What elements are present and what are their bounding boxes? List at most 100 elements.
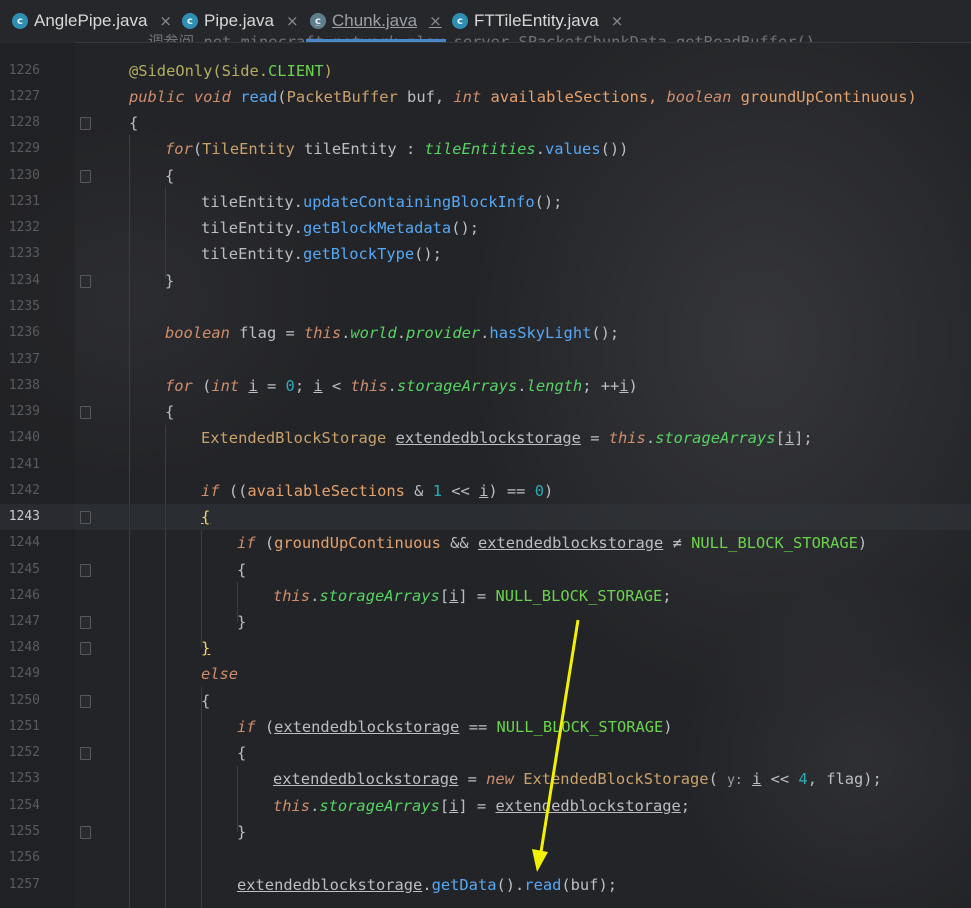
code-text[interactable]: public void read(PacketBuffer buf, int a… <box>129 84 917 110</box>
code-line[interactable]: 1236 boolean flag = this.world.provider.… <box>0 320 971 346</box>
code-line[interactable]: 1251 if (extendedblockstorage == NULL_BL… <box>0 714 971 740</box>
line-number: 1235 <box>8 299 40 314</box>
tab-chunk[interactable]: c Chunk.java × <box>306 0 446 42</box>
code-text[interactable]: { <box>201 688 210 714</box>
line-number: 1246 <box>8 588 40 603</box>
code-text[interactable]: for(TileEntity tileEntity : tileEntities… <box>165 136 628 162</box>
code-line[interactable]: 1245 { <box>0 557 971 583</box>
code-line[interactable]: 1235 <box>0 294 971 320</box>
code-line[interactable]: 1234 } <box>0 268 971 294</box>
code-line[interactable]: 1255 } <box>0 819 971 845</box>
code-line[interactable]: 1238 for (int i = 0; i < this.storageArr… <box>0 373 971 399</box>
parameter-hint: y: <box>727 773 743 788</box>
fold-icon[interactable] <box>80 564 91 577</box>
code-text[interactable]: } <box>237 609 246 635</box>
code-line[interactable]: 1254 this.storageArrays[i] = extendedblo… <box>0 793 971 819</box>
code-line[interactable]: 1248 } <box>0 635 971 661</box>
line-number: 1239 <box>8 404 40 419</box>
line-number: 1245 <box>8 562 40 577</box>
code-text[interactable]: { <box>165 163 174 189</box>
tab-anglepipe[interactable]: c AnglePipe.java × <box>12 0 172 42</box>
code-line[interactable]: 1247 } <box>0 609 971 635</box>
close-icon[interactable]: × <box>429 12 442 30</box>
code-text[interactable]: { <box>129 110 138 136</box>
fold-icon[interactable] <box>80 117 91 130</box>
code-line[interactable]: 1231 tileEntity.updateContainingBlockInf… <box>0 189 971 215</box>
fold-icon[interactable] <box>80 747 91 760</box>
code-line[interactable]: 1250 { <box>0 688 971 714</box>
line-number: 1252 <box>8 745 40 760</box>
line-number: 1256 <box>8 850 40 865</box>
line-number: 1231 <box>8 194 40 209</box>
java-class-icon: c <box>452 13 468 29</box>
close-icon[interactable]: × <box>611 12 624 30</box>
tab-fttileentity[interactable]: c FTTileEntity.java × <box>452 0 623 42</box>
code-line[interactable]: 1244 if (groundUpContinuous && extendedb… <box>0 530 971 556</box>
fold-icon[interactable] <box>80 511 91 524</box>
code-text[interactable]: this.storageArrays[i] = extendedblocksto… <box>273 793 690 819</box>
code-text[interactable]: { <box>201 504 210 530</box>
code-text[interactable]: } <box>165 268 174 294</box>
code-text[interactable]: { <box>237 557 246 583</box>
editor-tab-bar: 调参阅 net.minecraft.network.play.server.SP… <box>0 0 971 43</box>
code-text[interactable]: { <box>237 740 246 766</box>
fold-icon[interactable] <box>80 826 91 839</box>
code-text[interactable]: for (int i = 0; i < this.storageArrays.l… <box>165 373 638 399</box>
close-icon[interactable]: × <box>286 12 299 30</box>
line-number: 1233 <box>8 246 40 261</box>
code-line[interactable]: 1241 <box>0 452 971 478</box>
code-line[interactable]: 1232 tileEntity.getBlockMetadata(); <box>0 215 971 241</box>
code-text[interactable]: extendedblockstorage = new ExtendedBlock… <box>273 766 882 794</box>
code-line[interactable]: 1226 @SideOnly(Side.CLIENT) <box>0 58 971 84</box>
line-number: 1240 <box>8 430 40 445</box>
code-line[interactable]: 1242 if ((availableSections & 1 << i) ==… <box>0 478 971 504</box>
code-text[interactable]: if ((availableSections & 1 << i) == 0) <box>201 478 553 504</box>
code-text[interactable]: extendedblockstorage.getData().read(buf)… <box>237 872 617 898</box>
code-text[interactable]: @SideOnly(Side.CLIENT) <box>129 58 333 84</box>
code-text[interactable]: { <box>165 399 174 425</box>
code-text[interactable]: if (extendedblockstorage == NULL_BLOCK_S… <box>237 714 673 740</box>
line-number: 1234 <box>8 273 40 288</box>
fold-icon[interactable] <box>80 406 91 419</box>
code-text[interactable]: } <box>237 819 246 845</box>
code-text[interactable]: else <box>201 661 238 687</box>
code-line[interactable]: 1239 { <box>0 399 971 425</box>
code-line[interactable]: 1257 extendedblockstorage.getData().read… <box>0 872 971 898</box>
fold-icon[interactable] <box>80 616 91 629</box>
code-line[interactable]: 1227 public void read(PacketBuffer buf, … <box>0 84 971 110</box>
code-text[interactable]: tileEntity.getBlockMetadata(); <box>201 215 479 241</box>
code-text[interactable]: if (groundUpContinuous && extendedblocks… <box>237 530 867 556</box>
code-line[interactable]: 1253 extendedblockstorage = new Extended… <box>0 766 971 792</box>
code-text[interactable]: tileEntity.updateContainingBlockInfo(); <box>201 189 562 215</box>
line-number: 1226 <box>8 63 40 78</box>
code-line[interactable]: 1237 <box>0 347 971 373</box>
line-number: 1241 <box>8 457 40 472</box>
close-icon[interactable]: × <box>159 12 172 30</box>
code-line[interactable]: 1246 this.storageArrays[i] = NULL_BLOCK_… <box>0 583 971 609</box>
code-line[interactable]: 1240 ExtendedBlockStorage extendedblocks… <box>0 425 971 451</box>
tab-pipe[interactable]: c Pipe.java × <box>182 0 299 42</box>
code-line[interactable]: 1233 tileEntity.getBlockType(); <box>0 241 971 267</box>
code-text[interactable]: tileEntity.getBlockType(); <box>201 241 442 267</box>
code-line[interactable]: 1249 else <box>0 661 971 687</box>
fold-icon[interactable] <box>80 170 91 183</box>
java-class-icon: c <box>12 13 28 29</box>
code-line[interactable]: 1252 { <box>0 740 971 766</box>
code-text[interactable]: boolean flag = this.world.provider.hasSk… <box>165 320 619 346</box>
code-line[interactable]: 1230 { <box>0 163 971 189</box>
line-number: 1257 <box>8 877 40 892</box>
code-text[interactable]: ExtendedBlockStorage extendedblockstorag… <box>201 425 813 451</box>
line-number: 1228 <box>8 115 40 130</box>
code-line[interactable]: 1256 <box>0 845 971 871</box>
fold-icon[interactable] <box>80 275 91 288</box>
line-number: 1249 <box>8 666 40 681</box>
fold-icon[interactable] <box>80 695 91 708</box>
line-number: 1230 <box>8 168 40 183</box>
code-text[interactable]: this.storageArrays[i] = NULL_BLOCK_STORA… <box>273 583 672 609</box>
line-number: 1244 <box>8 535 40 550</box>
code-line-current[interactable]: 1243 { <box>0 504 971 530</box>
fold-icon[interactable] <box>80 642 91 655</box>
code-line[interactable]: 1228 { <box>0 110 971 136</box>
code-line[interactable]: 1229 for(TileEntity tileEntity : tileEnt… <box>0 136 971 162</box>
code-text[interactable]: } <box>201 635 210 661</box>
